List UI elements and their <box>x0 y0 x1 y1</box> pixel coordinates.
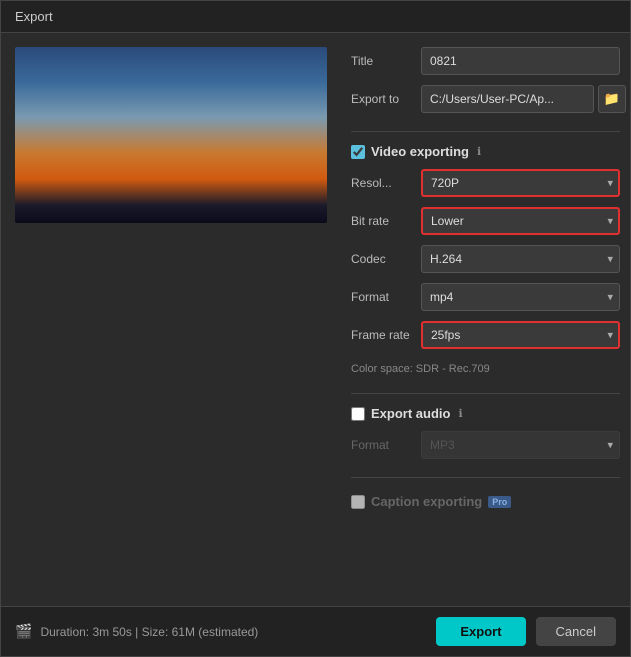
format-row: Format mp4 mov avi mkv <box>351 283 620 311</box>
footer-info: 🎬 Duration: 3m 50s | Size: 61M (estimate… <box>15 623 258 640</box>
resolution-select[interactable]: 720P 1080P 480P 4K <box>421 169 620 197</box>
bitrate-label: Bit rate <box>351 214 421 228</box>
cancel-button[interactable]: Cancel <box>536 617 616 646</box>
video-info-icon: ℹ <box>477 145 481 158</box>
codec-row: Codec H.264 H.265 VP9 <box>351 245 620 273</box>
bitrate-select[interactable]: Lower Medium Higher <box>421 207 620 235</box>
framerate-row: Frame rate 25fps 24fps 30fps 60fps <box>351 321 620 349</box>
export-to-label: Export to <box>351 92 421 106</box>
framerate-select[interactable]: 25fps 24fps 30fps 60fps <box>421 321 620 349</box>
colorspace-text: Color space: SDR - Rec.709 <box>351 363 620 375</box>
video-section-title: Video exporting <box>371 144 469 159</box>
pro-badge: Pro <box>488 496 511 508</box>
dialog-title: Export <box>15 9 53 24</box>
divider-2 <box>351 393 620 394</box>
audio-section-header: Export audio ℹ <box>351 406 620 421</box>
audio-format-select-wrapper: MP3 AAC WAV <box>421 431 620 459</box>
audio-format-label: Format <box>351 438 421 452</box>
bitrate-select-wrapper: Lower Medium Higher <box>421 207 620 235</box>
framerate-select-wrapper: 25fps 24fps 30fps 60fps <box>421 321 620 349</box>
preview-area <box>1 33 341 606</box>
framerate-label: Frame rate <box>351 328 421 342</box>
title-row: Title <box>351 47 620 75</box>
footer-video-icon: 🎬 <box>15 623 32 640</box>
folder-button[interactable]: 📁 <box>598 85 626 113</box>
dialog-titlebar: Export <box>1 1 630 33</box>
caption-row: Caption exporting Pro <box>351 494 620 509</box>
codec-select[interactable]: H.264 H.265 VP9 <box>421 245 620 273</box>
video-section-header: Video exporting ℹ <box>351 144 620 159</box>
export-path-input[interactable] <box>421 85 594 113</box>
divider-3 <box>351 477 620 478</box>
audio-export-checkbox[interactable] <box>351 407 365 421</box>
footer-buttons: Export Cancel <box>436 617 616 646</box>
footer-duration-text: Duration: 3m 50s | Size: 61M (estimated) <box>40 625 258 639</box>
audio-info-icon: ℹ <box>458 407 462 420</box>
resolution-label: Resol... <box>351 176 421 190</box>
preview-image <box>15 47 327 223</box>
settings-area: Title Export to 📁 Video exporting ℹ <box>341 33 630 606</box>
title-label: Title <box>351 54 421 68</box>
caption-title: Caption exporting <box>371 494 482 509</box>
audio-section-title: Export audio <box>371 406 450 421</box>
bitrate-row: Bit rate Lower Medium Higher <box>351 207 620 235</box>
codec-select-wrapper: H.264 H.265 VP9 <box>421 245 620 273</box>
audio-format-row: Format MP3 AAC WAV <box>351 431 620 459</box>
folder-icon: 📁 <box>604 91 620 107</box>
divider-1 <box>351 131 620 132</box>
dialog-footer: 🎬 Duration: 3m 50s | Size: 61M (estimate… <box>1 606 630 656</box>
export-button[interactable]: Export <box>436 617 525 646</box>
dialog-body: Title Export to 📁 Video exporting ℹ <box>1 33 630 606</box>
export-dialog: Export Title Export to 📁 <box>0 0 631 657</box>
codec-label: Codec <box>351 252 421 266</box>
format-label: Format <box>351 290 421 304</box>
audio-format-select[interactable]: MP3 AAC WAV <box>421 431 620 459</box>
format-select-wrapper: mp4 mov avi mkv <box>421 283 620 311</box>
format-select[interactable]: mp4 mov avi mkv <box>421 283 620 311</box>
video-export-checkbox[interactable] <box>351 145 365 159</box>
resolution-select-wrapper: 720P 1080P 480P 4K <box>421 169 620 197</box>
title-input[interactable] <box>421 47 620 75</box>
caption-export-checkbox[interactable] <box>351 495 365 509</box>
export-to-row: Export to 📁 <box>351 85 620 113</box>
resolution-row: Resol... 720P 1080P 480P 4K <box>351 169 620 197</box>
